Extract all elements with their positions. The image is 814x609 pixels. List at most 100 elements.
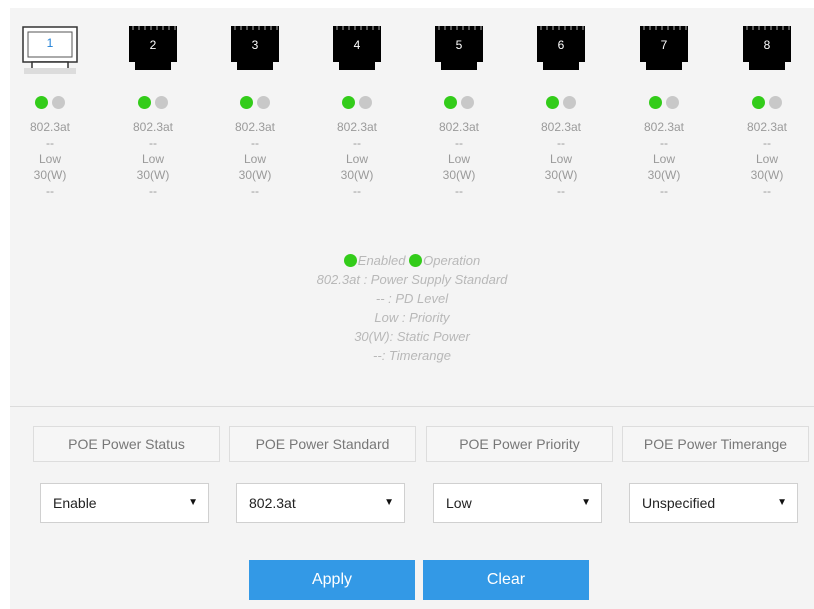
dropdown-arrow-icon: ▼ xyxy=(188,497,198,508)
port-pd-level: -- xyxy=(353,136,361,150)
port-power: 30(W) xyxy=(647,168,681,182)
port-pd-level: -- xyxy=(149,136,157,150)
port-priority: Low xyxy=(38,152,61,166)
port-pd-level: -- xyxy=(46,136,54,150)
ethernet-port-icon[interactable]: 3 xyxy=(227,24,283,76)
enabled-led-icon xyxy=(444,96,457,109)
legend-led-row: Enabled Operation xyxy=(10,251,814,270)
port-standard: 802.3at xyxy=(132,120,174,134)
ethernet-port-icon[interactable]: 4 xyxy=(329,24,385,76)
poe-priority-value: Low xyxy=(446,495,472,511)
port-priority: Low xyxy=(447,152,470,166)
dropdown-arrow-icon: ▼ xyxy=(384,497,394,508)
clear-button[interactable]: Clear xyxy=(423,560,589,600)
poe-standard-value: 802.3at xyxy=(249,495,296,511)
poe-timerange-header: POE Power Timerange xyxy=(622,426,809,462)
operation-led-icon xyxy=(563,96,576,109)
poe-standard-header: POE Power Standard xyxy=(229,426,416,462)
poe-timerange-value: Unspecified xyxy=(642,495,716,511)
port-number: 4 xyxy=(353,38,361,52)
ethernet-port-icon[interactable]: 5 xyxy=(431,24,487,76)
port-priority: Low xyxy=(243,152,266,166)
ethernet-port-icon[interactable]: 8 xyxy=(739,24,795,76)
enabled-led-icon xyxy=(240,96,253,109)
poe-status-select[interactable]: Enable ▼ xyxy=(40,483,209,523)
port-power: 30(W) xyxy=(33,168,67,182)
enabled-led-icon xyxy=(343,254,357,267)
legend-operation: Operation xyxy=(423,253,481,268)
poe-priority-select[interactable]: Low ▼ xyxy=(433,483,602,523)
port-pd-level: -- xyxy=(660,136,668,150)
port-timerange: -- xyxy=(149,184,157,198)
legend-priority: Low : Priority xyxy=(374,310,450,325)
port-priority: Low xyxy=(141,152,164,166)
enabled-led-icon xyxy=(342,96,355,109)
poe-status-header: POE Power Status xyxy=(33,426,220,462)
operation-led-icon xyxy=(155,96,168,109)
ethernet-port-icon[interactable]: 1 xyxy=(22,24,78,76)
port-priority: Low xyxy=(652,152,675,166)
port-timerange: -- xyxy=(251,184,259,198)
enabled-led-icon xyxy=(35,96,48,109)
port-strip: 1 802.3at -- Low 30(W) -- 2 802.3at -- L… xyxy=(10,8,814,228)
port-standard: 802.3at xyxy=(336,120,378,134)
ethernet-port-icon[interactable]: 6 xyxy=(533,24,589,76)
port-standard: 802.3at xyxy=(234,120,276,134)
port-pd-level: -- xyxy=(763,136,771,150)
port-number: 1 xyxy=(46,36,54,50)
port-standard: 802.3at xyxy=(29,120,71,134)
port-power: 30(W) xyxy=(544,168,578,182)
port-number: 2 xyxy=(149,38,157,52)
port-standard: 802.3at xyxy=(540,120,582,134)
port-timerange: -- xyxy=(660,184,668,198)
port-priority: Low xyxy=(549,152,572,166)
legend-power: 30(W): Static Power xyxy=(354,329,470,344)
operation-led-icon xyxy=(409,254,423,267)
ethernet-port-icon[interactable]: 7 xyxy=(636,24,692,76)
port-number: 3 xyxy=(251,38,259,52)
port-power: 30(W) xyxy=(136,168,170,182)
poe-status-value: Enable xyxy=(53,495,97,511)
operation-led-icon xyxy=(666,96,679,109)
port-power: 30(W) xyxy=(238,168,272,182)
poe-timerange-select[interactable]: Unspecified ▼ xyxy=(629,483,798,523)
port-timerange: -- xyxy=(46,184,54,198)
port-power: 30(W) xyxy=(442,168,476,182)
port-number: 8 xyxy=(763,38,771,52)
operation-led-icon xyxy=(769,96,782,109)
operation-led-icon xyxy=(257,96,270,109)
port-number: 6 xyxy=(557,38,565,52)
port-standard: 802.3at xyxy=(746,120,788,134)
poe-priority-header: POE Power Priority xyxy=(426,426,613,462)
port-timerange: -- xyxy=(455,184,463,198)
port-priority: Low xyxy=(755,152,778,166)
port-power: 30(W) xyxy=(340,168,374,182)
enabled-led-icon xyxy=(649,96,662,109)
divider xyxy=(10,406,814,407)
port-pd-level: -- xyxy=(251,136,259,150)
port-timerange: -- xyxy=(353,184,361,198)
legend-pd-level: -- : PD Level xyxy=(375,291,449,306)
ethernet-port-icon[interactable]: 2 xyxy=(125,24,181,76)
port-timerange: -- xyxy=(557,184,565,198)
legend-enabled: Enabled xyxy=(357,253,406,268)
port-standard: 802.3at xyxy=(438,120,480,134)
poe-standard-select[interactable]: 802.3at ▼ xyxy=(236,483,405,523)
enabled-led-icon xyxy=(546,96,559,109)
port-pd-level: -- xyxy=(557,136,565,150)
operation-led-icon xyxy=(52,96,65,109)
poe-panel: 1 802.3at -- Low 30(W) -- 2 802.3at -- L… xyxy=(10,8,814,609)
apply-button[interactable]: Apply xyxy=(249,560,415,600)
dropdown-arrow-icon: ▼ xyxy=(581,497,591,508)
port-standard: 802.3at xyxy=(643,120,685,134)
operation-led-icon xyxy=(461,96,474,109)
port-pd-level: -- xyxy=(455,136,463,150)
legend: Enabled Operation 802.3at : Power Supply… xyxy=(10,251,814,365)
port-power: 30(W) xyxy=(750,168,784,182)
port-number: 5 xyxy=(455,38,463,52)
operation-led-icon xyxy=(359,96,372,109)
enabled-led-icon xyxy=(138,96,151,109)
port-timerange: -- xyxy=(763,184,771,198)
legend-standard: 802.3at : Power Supply Standard xyxy=(316,272,508,287)
port-priority: Low xyxy=(345,152,368,166)
